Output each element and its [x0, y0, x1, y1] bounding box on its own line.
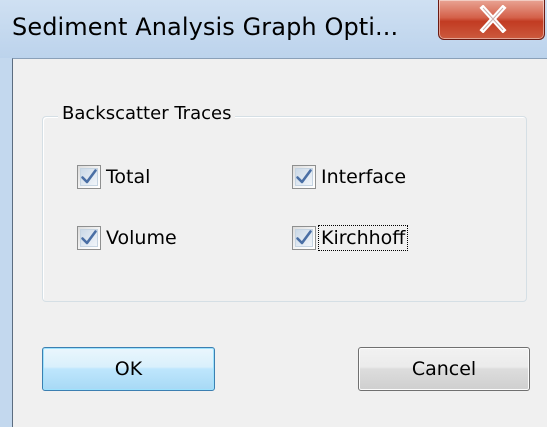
checkbox-kirchhoff[interactable]: Kirchhoff: [292, 225, 409, 251]
dialog-window: Sediment Analysis Graph Opti... Backscat…: [0, 0, 547, 427]
checkbox-total-label[interactable]: Total: [105, 166, 151, 188]
dialog-client-area: Backscatter Traces Total Interface Volum…: [12, 58, 547, 427]
close-button[interactable]: [438, 0, 545, 40]
checkmark-icon: [81, 230, 97, 245]
checkbox-volume[interactable]: Volume: [77, 225, 178, 251]
group-label: Backscatter Traces: [58, 103, 236, 124]
checkbox-interface-label[interactable]: Interface: [320, 166, 407, 188]
checkbox-total[interactable]: Total: [77, 164, 151, 190]
checkbox-kirchhoff-box[interactable]: [292, 226, 316, 250]
checkbox-interface[interactable]: Interface: [292, 164, 407, 190]
title-bar[interactable]: Sediment Analysis Graph Opti...: [0, 0, 547, 58]
checkmark-icon: [81, 169, 97, 184]
backscatter-traces-group: [42, 116, 527, 302]
checkmark-icon: [296, 230, 312, 245]
checkbox-volume-box[interactable]: [77, 226, 101, 250]
ok-button[interactable]: OK: [42, 347, 215, 391]
checkbox-interface-box[interactable]: [292, 165, 316, 189]
checkbox-volume-label[interactable]: Volume: [105, 227, 178, 249]
window-title: Sediment Analysis Graph Opti...: [12, 13, 399, 41]
checkbox-total-box[interactable]: [77, 165, 101, 189]
checkmark-icon: [296, 169, 312, 184]
cancel-button[interactable]: Cancel: [358, 347, 530, 391]
checkbox-kirchhoff-label[interactable]: Kirchhoff: [317, 225, 409, 251]
close-icon: [479, 5, 507, 33]
